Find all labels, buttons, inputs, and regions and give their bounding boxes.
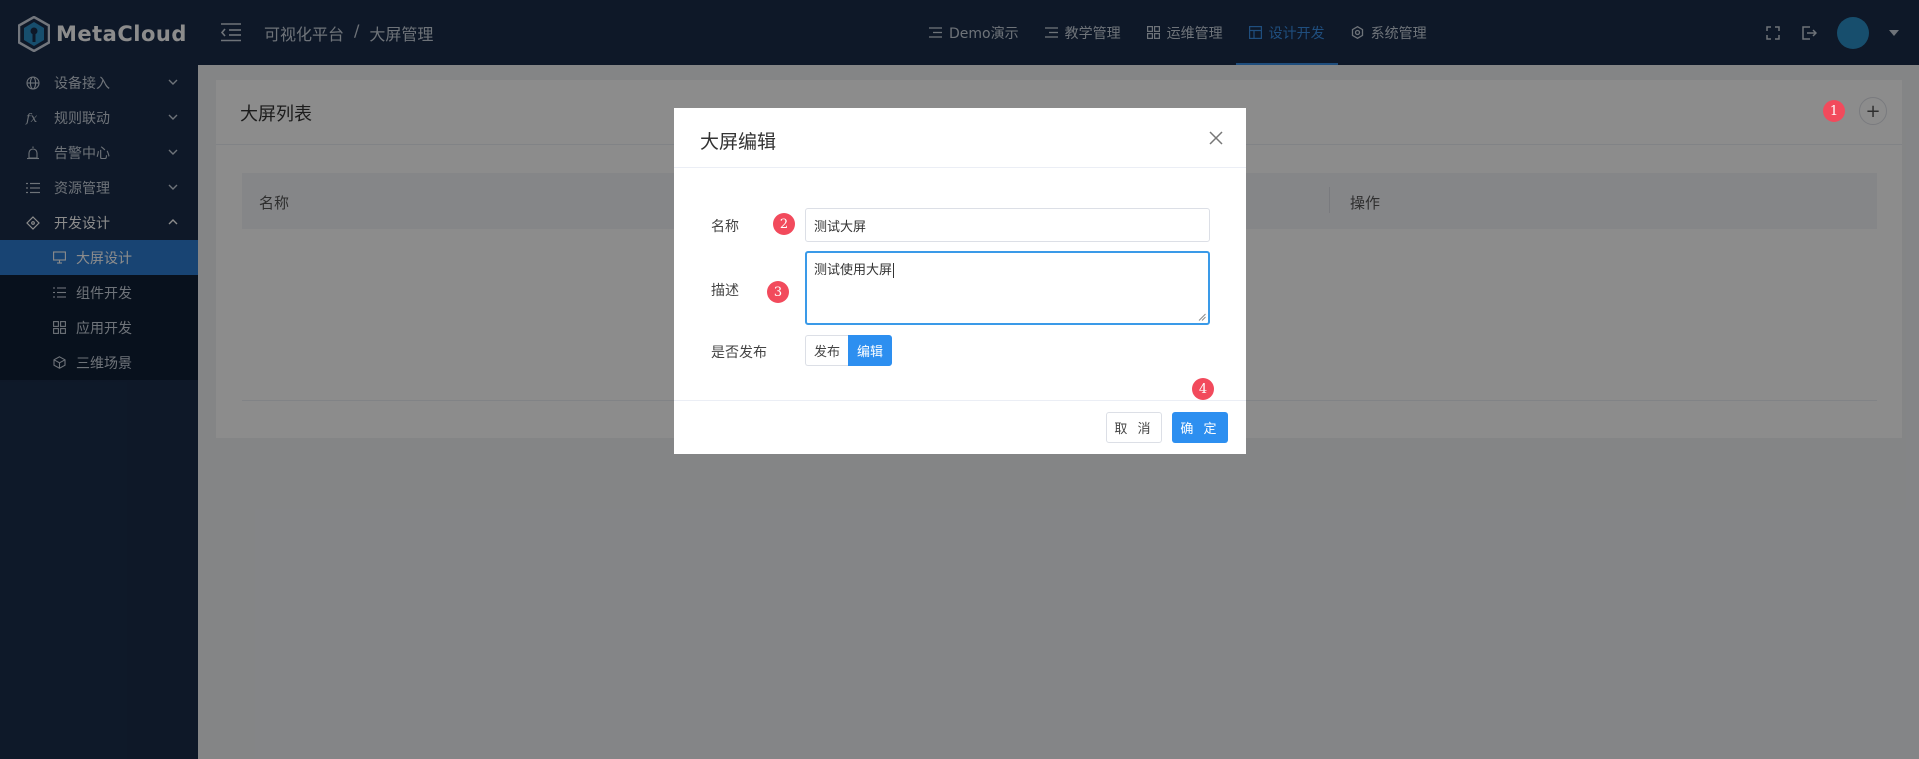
divider (674, 167, 1246, 168)
publish-toggle: 发布 编辑 (805, 335, 893, 366)
step-badge-4: 4 (1192, 378, 1214, 400)
publish-option-publish[interactable]: 发布 (805, 335, 849, 366)
description-text: 测试使用大屏 (814, 263, 893, 278)
publish-option-edit[interactable]: 编辑 (848, 335, 893, 366)
confirm-button[interactable]: 确 定 (1172, 412, 1228, 443)
screen-edit-dialog: 大屏编辑 名称 测试大屏 描述 测试使用大屏 是否发布 发布 编辑 取 消 确 … (674, 108, 1246, 454)
description-label: 描述 (711, 283, 739, 299)
description-textarea[interactable]: 测试使用大屏 (805, 251, 1210, 325)
name-input[interactable]: 测试大屏 (805, 208, 1210, 242)
step-badge-2: 2 (773, 213, 795, 235)
step-badge-1: 1 (1823, 100, 1845, 122)
cancel-button[interactable]: 取 消 (1106, 412, 1162, 443)
step-badge-3: 3 (767, 281, 789, 303)
dialog-title: 大屏编辑 (700, 131, 777, 153)
close-icon[interactable] (1208, 130, 1224, 146)
publish-label: 是否发布 (711, 345, 767, 361)
resize-handle-icon[interactable] (1198, 313, 1206, 321)
name-label: 名称 (711, 219, 739, 235)
text-cursor (893, 263, 895, 278)
divider (674, 400, 1246, 401)
